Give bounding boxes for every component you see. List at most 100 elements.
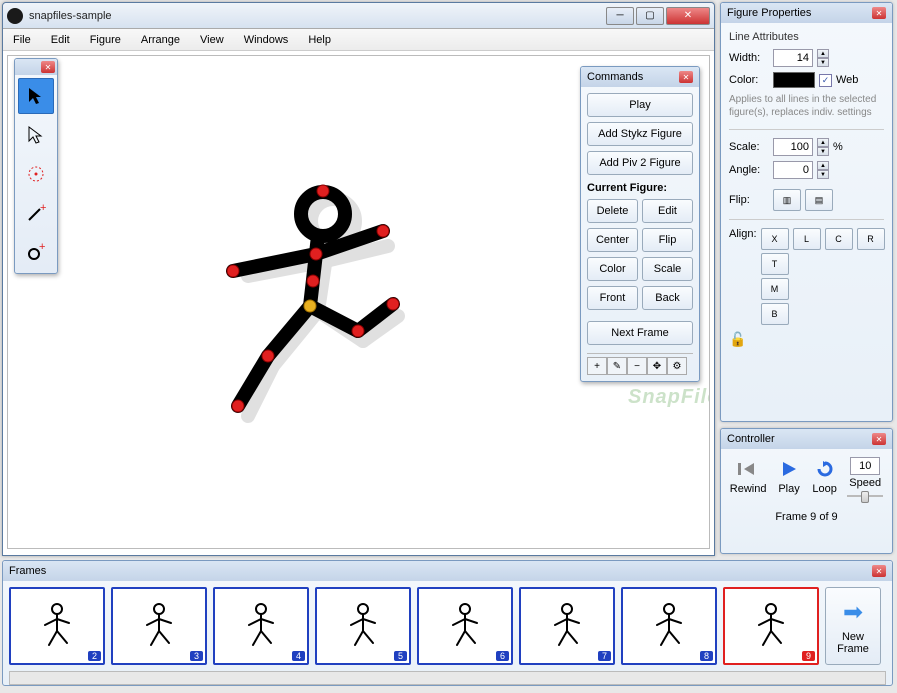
align-r-button[interactable]: R (857, 228, 885, 250)
lock-icon[interactable]: 🔓 (729, 331, 746, 347)
figure-properties-close-icon[interactable]: ✕ (872, 7, 886, 19)
frame-number: 8 (700, 651, 713, 661)
cmd-remove-icon[interactable]: − (627, 357, 647, 375)
frames-panel: Frames ✕ 2 3 4567 8 9 ➡NewFrame (2, 560, 893, 686)
target-icon (26, 164, 46, 184)
menu-figure[interactable]: Figure (86, 32, 125, 48)
frame-thumb[interactable]: 4 (213, 587, 309, 665)
menu-arrange[interactable]: Arrange (137, 32, 184, 48)
cmd-settings-icon[interactable]: ⚙ (667, 357, 687, 375)
back-button[interactable]: Back (642, 286, 693, 310)
width-input[interactable] (773, 49, 813, 67)
add-stykz-button[interactable]: Add Stykz Figure (587, 122, 693, 146)
cmd-add-icon[interactable]: + (587, 357, 607, 375)
tool-add-circle[interactable]: + (18, 234, 54, 270)
line-plus-icon: + (26, 203, 46, 223)
new-frame-button[interactable]: ➡NewFrame (825, 587, 881, 665)
minimize-button[interactable]: ─ (606, 7, 634, 25)
scale-input[interactable] (773, 138, 813, 156)
app-icon (7, 8, 23, 24)
next-frame-button[interactable]: Next Frame (587, 321, 693, 345)
frames-scrollbar[interactable] (9, 671, 886, 685)
controller-close-icon[interactable]: ✕ (872, 433, 886, 445)
align-m-button[interactable]: M (761, 278, 789, 300)
align-t-button[interactable]: T (761, 253, 789, 275)
scale-unit: % (833, 141, 843, 153)
frame-thumb[interactable]: 7 (519, 587, 615, 665)
add-piv2-button[interactable]: Add Piv 2 Figure (587, 151, 693, 175)
toolbox-titlebar[interactable]: ✕ (15, 59, 57, 75)
loop-button[interactable] (812, 457, 838, 481)
delete-button[interactable]: Delete (587, 199, 638, 223)
window-title: snapfiles-sample (29, 10, 606, 22)
frames-close-icon[interactable]: ✕ (872, 565, 886, 577)
align-b-button[interactable]: B (761, 303, 789, 325)
cmd-edit-icon[interactable]: ✎ (607, 357, 627, 375)
frame-thumb[interactable]: 3 (111, 587, 207, 665)
frame-thumb[interactable]: 6 (417, 587, 513, 665)
controller-title: Controller (727, 433, 775, 445)
toolbox: ✕ + + (14, 58, 58, 274)
web-checkbox[interactable]: ✓ (819, 74, 832, 87)
scale-button[interactable]: Scale (642, 257, 693, 281)
menu-edit[interactable]: Edit (47, 32, 74, 48)
align-c-button[interactable]: C (825, 228, 853, 250)
tool-add-line[interactable]: + (18, 195, 54, 231)
figure-properties-titlebar[interactable]: Figure Properties ✕ (721, 3, 892, 23)
play-button[interactable]: Play (587, 93, 693, 117)
frames-titlebar[interactable]: Frames ✕ (3, 561, 892, 581)
tool-select-outline[interactable] (18, 117, 54, 153)
toolbox-close-icon[interactable]: ✕ (41, 61, 55, 73)
color-label: Color: (729, 74, 769, 86)
speed-slider[interactable] (847, 491, 883, 501)
speed-input[interactable] (850, 457, 880, 475)
align-l-button[interactable]: L (793, 228, 821, 250)
tool-target[interactable] (18, 156, 54, 192)
frame-thumb[interactable]: 2 (9, 587, 105, 665)
titlebar[interactable]: snapfiles-sample ─ ▢ ✕ (3, 3, 714, 29)
width-spinner[interactable]: ▲▼ (817, 49, 829, 67)
circle-plus-icon: + (26, 242, 46, 262)
controller-panel: Controller ✕ Rewind Play Loop Speed Fram… (720, 428, 893, 554)
new-frame-label: NewFrame (837, 631, 869, 655)
front-button[interactable]: Front (587, 286, 638, 310)
angle-label: Angle: (729, 164, 769, 176)
scale-spinner[interactable]: ▲▼ (817, 138, 829, 156)
frame-thumb[interactable]: 5 (315, 587, 411, 665)
tool-select-filled[interactable] (18, 78, 54, 114)
frame-number: 3 (190, 651, 203, 661)
menu-help[interactable]: Help (304, 32, 335, 48)
center-button[interactable]: Center (587, 228, 638, 252)
menu-windows[interactable]: Windows (240, 32, 293, 48)
figure-properties-panel: Figure Properties ✕ Line Attributes Widt… (720, 2, 893, 422)
frame-thumb[interactable]: 9 (723, 587, 819, 665)
edit-button[interactable]: Edit (642, 199, 693, 223)
frames-strip[interactable]: 2 3 4567 8 9 ➡NewFrame (3, 581, 892, 671)
commands-close-icon[interactable]: ✕ (679, 71, 693, 83)
controller-titlebar[interactable]: Controller ✕ (721, 429, 892, 449)
cmd-move-icon[interactable]: ✥ (647, 357, 667, 375)
frames-title: Frames (9, 565, 46, 577)
controller-play-button[interactable] (776, 457, 802, 481)
frame-thumb[interactable]: 8 (621, 587, 717, 665)
frame-number: 9 (802, 651, 815, 661)
flip-vertical-button[interactable]: ▤ (805, 189, 833, 211)
angle-input[interactable] (773, 161, 813, 179)
loop-label: Loop (812, 483, 836, 495)
commands-titlebar[interactable]: Commands ✕ (581, 67, 699, 87)
color-swatch[interactable] (773, 72, 815, 88)
flip-button[interactable]: Flip (642, 228, 693, 252)
maximize-button[interactable]: ▢ (636, 7, 664, 25)
svg-text:+: + (39, 242, 45, 253)
align-x-button[interactable]: X (761, 228, 789, 250)
angle-spinner[interactable]: ▲▼ (817, 161, 829, 179)
stick-figure[interactable] (188, 176, 448, 436)
color-button[interactable]: Color (587, 257, 638, 281)
flip-horizontal-button[interactable]: ▥ (773, 189, 801, 211)
frame-number: 4 (292, 651, 305, 661)
menu-view[interactable]: View (196, 32, 228, 48)
close-button[interactable]: ✕ (666, 7, 710, 25)
menu-file[interactable]: File (9, 32, 35, 48)
rewind-button[interactable] (735, 457, 761, 481)
flip-label: Flip: (729, 194, 769, 206)
